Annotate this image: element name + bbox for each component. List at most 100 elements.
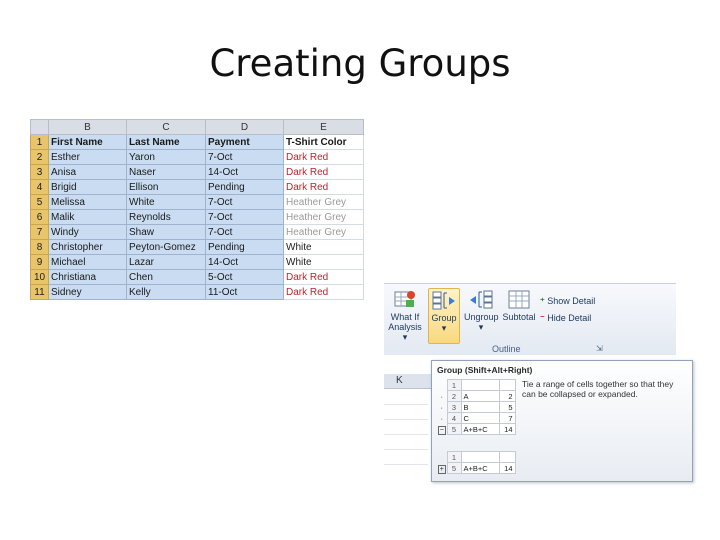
cell-first-name[interactable]: Malik: [48, 209, 127, 225]
row-header[interactable]: 1: [30, 134, 49, 150]
cell-last-name[interactable]: Kelly: [126, 284, 206, 300]
outline-gutter: ·: [440, 391, 444, 401]
what-if-analysis-button[interactable]: What If Analysis ▾: [386, 288, 424, 342]
outline-gutter: [437, 452, 447, 463]
expand-icon: +: [437, 464, 446, 474]
cell-payment[interactable]: 7-Oct: [205, 194, 284, 210]
cell-tshirt-color[interactable]: Dark Red: [283, 149, 364, 165]
row-header[interactable]: 7: [30, 224, 49, 240]
outline-dialog-launcher-icon[interactable]: ⇲: [596, 344, 603, 353]
cell-last-name[interactable]: Reynolds: [126, 209, 206, 225]
slide-title: Creating Groups: [209, 42, 511, 85]
cell-tshirt-color[interactable]: Dark Red: [283, 269, 364, 285]
cell-first-name[interactable]: Christopher: [48, 239, 127, 255]
cell-tshirt-color[interactable]: White: [283, 254, 364, 270]
cell-tshirt-color[interactable]: Heather Grey: [283, 224, 364, 240]
cell-last-name[interactable]: White: [126, 194, 206, 210]
table-row: 1 First Name Last Name Payment T-Shirt Color: [30, 134, 364, 150]
cell-last-name[interactable]: Last Name: [126, 134, 206, 150]
table-row: 3 Anisa Naser 14-Oct Dark Red: [30, 164, 364, 180]
cell-tshirt-color[interactable]: Dark Red: [283, 179, 364, 195]
group-tooltip: Group (Shift+Alt+Right) 1 · 2 A 2 · 3 B 5 · 4 C 7−5 A…: [431, 360, 693, 482]
row-header[interactable]: 11: [30, 284, 49, 300]
cell-last-name[interactable]: Peyton-Gomez: [126, 239, 206, 255]
cell-first-name[interactable]: Sidney: [48, 284, 127, 300]
cell-first-name[interactable]: Melissa: [48, 194, 127, 210]
cell-first-name[interactable]: Windy: [48, 224, 127, 240]
row-header[interactable]: 8: [30, 239, 49, 255]
group-button[interactable]: Group ▾: [428, 288, 460, 344]
cell-payment[interactable]: 5-Oct: [205, 269, 284, 285]
outline-group-label: Outline: [492, 344, 521, 354]
cell-first-name[interactable]: Christiana: [48, 269, 127, 285]
cell-tshirt-color[interactable]: Dark Red: [283, 164, 364, 180]
cell-payment[interactable]: 11-Oct: [205, 284, 284, 300]
grid-line: [384, 449, 428, 450]
mini-cell-val: 14: [498, 423, 516, 435]
mini-cell-name: C: [460, 412, 500, 424]
cell-first-name[interactable]: Esther: [48, 149, 127, 165]
cell-first-name[interactable]: Michael: [48, 254, 127, 270]
cell-last-name[interactable]: Ellison: [126, 179, 206, 195]
cell-payment[interactable]: 7-Oct: [205, 149, 284, 165]
row-header[interactable]: 6: [30, 209, 49, 225]
hide-detail-button[interactable]: ⁻ Hide Detail: [540, 313, 591, 324]
cell-tshirt-color[interactable]: T-Shirt Color: [283, 134, 364, 150]
ungroup-button[interactable]: Ungroup ▾: [464, 288, 499, 332]
row-header[interactable]: 10: [30, 269, 49, 285]
cell-payment[interactable]: Pending: [205, 179, 284, 195]
cell-payment[interactable]: 7-Oct: [205, 209, 284, 225]
cell-payment[interactable]: Pending: [205, 239, 284, 255]
group-dropdown-icon: ▾: [441, 323, 447, 333]
cell-tshirt-color[interactable]: Heather Grey: [283, 209, 364, 225]
table-row: 9 Michael Lazar 14-Oct White: [30, 254, 364, 270]
row-header[interactable]: 2: [30, 149, 49, 165]
mini-row: −5 A+B+C 14: [437, 423, 516, 435]
tooltip-description: Tie a range of cells together so that th…: [522, 379, 674, 399]
column-header-c[interactable]: C: [126, 119, 206, 135]
mini-row: · 4 C 7: [437, 412, 516, 424]
cell-first-name[interactable]: Brigid: [48, 179, 127, 195]
show-detail-button[interactable]: ⁺ Show Detail: [540, 296, 595, 307]
grid-line: [384, 464, 428, 465]
ungroup-icon: [468, 288, 494, 310]
cell-tshirt-color[interactable]: White: [283, 239, 364, 255]
column-header-k[interactable]: K: [396, 375, 403, 386]
cell-last-name[interactable]: Shaw: [126, 224, 206, 240]
mini-cell-n: 3: [446, 401, 462, 413]
outline-gutter: +: [437, 463, 447, 474]
cell-last-name[interactable]: Yaron: [126, 149, 206, 165]
cell-first-name[interactable]: First Name: [48, 134, 127, 150]
mini-cell-val: 14: [498, 462, 516, 474]
table-row: 6 Malik Reynolds 7-Oct Heather Grey: [30, 209, 364, 225]
mini-cell-n: 2: [446, 390, 462, 402]
row-header[interactable]: 3: [30, 164, 49, 180]
cell-last-name[interactable]: Chen: [126, 269, 206, 285]
tooltip-collapsed-example: 1 +5 A+B+C 14: [437, 451, 516, 474]
row-header[interactable]: 4: [30, 179, 49, 195]
column-header-b[interactable]: B: [48, 119, 127, 135]
cell-payment[interactable]: 7-Oct: [205, 224, 284, 240]
column-header-d[interactable]: D: [205, 119, 284, 135]
cell-tshirt-color[interactable]: Dark Red: [283, 284, 364, 300]
cell-payment[interactable]: 14-Oct: [205, 164, 284, 180]
column-header-e[interactable]: E: [283, 119, 364, 135]
mini-cell-n: 5: [446, 462, 462, 474]
subtotal-button[interactable]: Subtotal: [500, 288, 538, 322]
group-label: Group: [431, 313, 457, 323]
cell-first-name[interactable]: Anisa: [48, 164, 127, 180]
cell-payment[interactable]: 14-Oct: [205, 254, 284, 270]
subtotal-label: Subtotal: [502, 312, 536, 322]
cell-tshirt-color[interactable]: Heather Grey: [283, 194, 364, 210]
mini-row: · 2 A 2: [437, 390, 516, 402]
select-all-corner[interactable]: [30, 119, 49, 135]
mini-cell-val: 7: [498, 412, 516, 424]
mini-cell-val: 5: [498, 401, 516, 413]
cell-last-name[interactable]: Naser: [126, 164, 206, 180]
row-header[interactable]: 9: [30, 254, 49, 270]
outline-gutter: ·: [440, 413, 444, 423]
hide-detail-label: Hide Detail: [547, 313, 592, 323]
row-header[interactable]: 5: [30, 194, 49, 210]
cell-payment[interactable]: Payment: [205, 134, 284, 150]
cell-last-name[interactable]: Lazar: [126, 254, 206, 270]
